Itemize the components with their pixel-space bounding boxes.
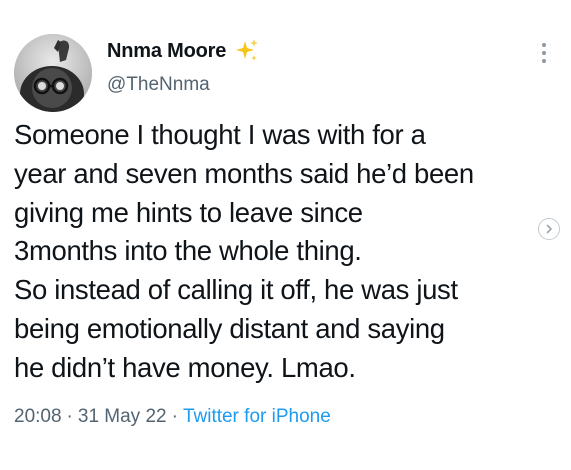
- tweet-meta: 20:08 · 31 May 22 · Twitter for iPhone: [14, 406, 331, 428]
- more-options-button[interactable]: [532, 38, 556, 68]
- more-dot: [542, 59, 546, 63]
- tweet-text-line: year and seven months said he’d been: [14, 157, 474, 189]
- tweet-text-line: giving me hints to leave since: [14, 196, 363, 228]
- sparkle-icon: [234, 38, 260, 64]
- avatar[interactable]: [14, 34, 92, 112]
- author-handle[interactable]: @TheNnma: [107, 74, 210, 96]
- tweet-card: Nnma Moore @TheNnma Someone I thought I …: [0, 0, 571, 470]
- tweet-text-line: Someone I thought I was with for a: [14, 119, 426, 150]
- chevron-right-icon: [546, 224, 552, 234]
- author-name-row[interactable]: Nnma Moore: [107, 38, 260, 64]
- meta-separator: ·: [66, 406, 73, 427]
- more-dots-icon: [542, 43, 546, 47]
- meta-separator: ·: [171, 406, 178, 427]
- tweet-time[interactable]: 20:08: [14, 406, 62, 427]
- tweet-source-link[interactable]: Twitter for iPhone: [183, 406, 331, 427]
- tweet-text-line: 3months into the whole thing.: [14, 235, 362, 267]
- more-dot: [542, 51, 546, 55]
- tweet-text-line: being emotionally distant and saying: [14, 312, 445, 344]
- author-name[interactable]: Nnma Moore: [107, 40, 226, 63]
- tweet-text-line: So instead of calling it off, he was jus…: [14, 274, 458, 306]
- avatar-image: [14, 34, 92, 112]
- next-button[interactable]: [538, 218, 560, 240]
- tweet-date[interactable]: 31 May 22: [78, 406, 167, 427]
- tweet-text-line: he didn’t have money. Lmao.: [14, 351, 356, 383]
- tweet-text: Someone I thought I was with for a year …: [14, 116, 562, 388]
